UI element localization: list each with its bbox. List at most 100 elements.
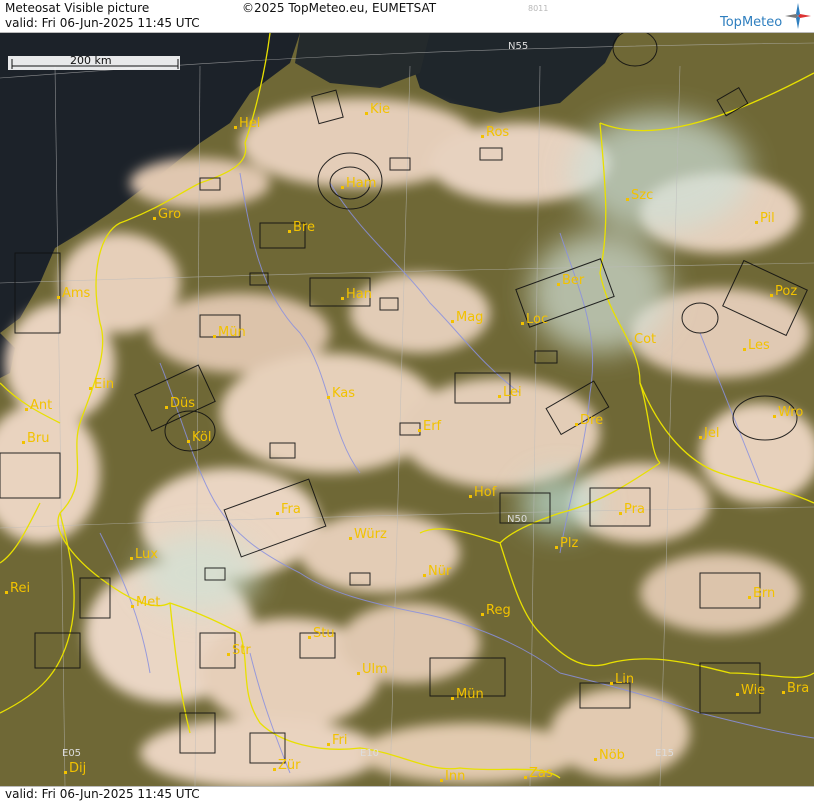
city-marker bbox=[357, 672, 360, 675]
city-marker bbox=[131, 605, 134, 608]
city-label: Bre bbox=[293, 220, 315, 235]
grid-label: E05 bbox=[62, 748, 81, 759]
city-marker bbox=[626, 198, 629, 201]
scale-bar: 200 km bbox=[8, 54, 180, 70]
city-marker bbox=[64, 771, 67, 774]
city-marker bbox=[575, 423, 578, 426]
brand-name: TopMeteo bbox=[720, 15, 783, 30]
city-label: Poz bbox=[775, 284, 797, 299]
city-label: Dij bbox=[69, 761, 86, 776]
city-label: Ams bbox=[62, 286, 91, 301]
city-marker bbox=[276, 512, 279, 515]
city-label: Bra bbox=[787, 681, 809, 696]
grid-label: N50 bbox=[507, 514, 527, 525]
city-marker bbox=[308, 636, 311, 639]
city-label: Ham bbox=[346, 176, 376, 191]
valid-time: valid: Fri 06-Jun-2025 11:45 UTC bbox=[5, 16, 200, 30]
city-marker bbox=[610, 682, 613, 685]
map-title: Meteosat Visible picture bbox=[5, 1, 150, 15]
city-label: Düs bbox=[170, 396, 195, 411]
scale-bar-label: 200 km bbox=[70, 54, 112, 67]
city-marker bbox=[498, 395, 501, 398]
city-label: Reg bbox=[486, 603, 511, 618]
city-label: Kie bbox=[370, 102, 390, 117]
city-marker bbox=[365, 112, 368, 115]
city-marker bbox=[619, 512, 622, 515]
city-marker bbox=[699, 436, 702, 439]
city-label: Loc bbox=[526, 312, 548, 327]
city-label: Ein bbox=[94, 377, 114, 392]
city-marker bbox=[227, 653, 230, 656]
city-marker bbox=[153, 217, 156, 220]
city-marker bbox=[524, 776, 527, 779]
city-marker bbox=[213, 335, 216, 338]
city-marker bbox=[629, 342, 632, 345]
city-label: Brn bbox=[753, 586, 775, 601]
city-label: Würz bbox=[354, 527, 387, 542]
city-label: Kas bbox=[332, 386, 355, 401]
city-label: Hof bbox=[474, 485, 497, 500]
city-label: Mün bbox=[218, 325, 246, 340]
city-marker bbox=[451, 320, 454, 323]
map-viewer: { "header": { "title": "Meteosat Visible… bbox=[0, 0, 814, 801]
city-marker bbox=[341, 297, 344, 300]
city-label: Ant bbox=[30, 398, 52, 413]
city-marker bbox=[451, 697, 454, 700]
city-marker bbox=[288, 230, 291, 233]
satellite-map[interactable]: 200 km N55 N50 E05 E10 E15 Hel Kie Ros Ham Szc Gr… bbox=[0, 33, 814, 786]
city-label: Wie bbox=[741, 683, 765, 698]
city-marker bbox=[782, 691, 785, 694]
city-label: Pil bbox=[760, 211, 775, 226]
city-label: Dre bbox=[580, 413, 603, 428]
compass-logo-icon bbox=[785, 3, 811, 29]
city-marker bbox=[557, 283, 560, 286]
city-marker bbox=[748, 596, 751, 599]
grid-label: N55 bbox=[508, 41, 528, 52]
city-label: Jel bbox=[703, 426, 719, 441]
footer-valid-time: valid: Fri 06-Jun-2025 11:45 UTC bbox=[5, 787, 200, 801]
city-marker bbox=[423, 574, 426, 577]
city-marker bbox=[130, 557, 133, 560]
city-label: Mag bbox=[456, 310, 483, 325]
grid-label: E10 bbox=[360, 748, 379, 759]
city-label: Mün bbox=[456, 687, 484, 702]
grid-label: E15 bbox=[655, 748, 674, 759]
city-label: Gro bbox=[158, 207, 181, 222]
city-label: Lei bbox=[503, 385, 522, 400]
city-label: Fra bbox=[281, 502, 301, 517]
city-marker bbox=[440, 779, 443, 782]
footer-bar: valid: Fri 06-Jun-2025 11:45 UTC bbox=[0, 786, 814, 801]
city-marker bbox=[25, 408, 28, 411]
city-marker bbox=[469, 495, 472, 498]
city-label: Stu bbox=[313, 626, 335, 641]
city-marker bbox=[481, 613, 484, 616]
city-label: Hel bbox=[239, 116, 260, 131]
city-marker bbox=[57, 296, 60, 299]
city-label: Les bbox=[748, 338, 770, 353]
city-label: Lin bbox=[615, 672, 634, 687]
city-marker bbox=[341, 186, 344, 189]
city-label: Köl bbox=[192, 430, 211, 445]
city-marker bbox=[5, 591, 8, 594]
city-marker bbox=[555, 546, 558, 549]
city-label: Ber bbox=[562, 273, 585, 288]
city-marker bbox=[736, 693, 739, 696]
city-label: Zas bbox=[529, 766, 553, 781]
city-marker bbox=[89, 387, 92, 390]
city-label: Cot bbox=[634, 332, 656, 347]
city-label: Nür bbox=[428, 564, 452, 579]
city-marker bbox=[594, 758, 597, 761]
city-marker bbox=[770, 294, 773, 297]
city-marker bbox=[521, 322, 524, 325]
city-marker bbox=[234, 126, 237, 129]
city-label: Bru bbox=[27, 431, 50, 446]
city-label: Zür bbox=[278, 758, 301, 773]
city-marker bbox=[187, 440, 190, 443]
city-label: Erf bbox=[423, 419, 442, 434]
city-marker bbox=[773, 415, 776, 418]
city-label: Plz bbox=[560, 536, 578, 551]
city-marker bbox=[273, 768, 276, 771]
city-marker bbox=[327, 743, 330, 746]
city-marker bbox=[418, 429, 421, 432]
city-label: Met bbox=[136, 595, 160, 610]
